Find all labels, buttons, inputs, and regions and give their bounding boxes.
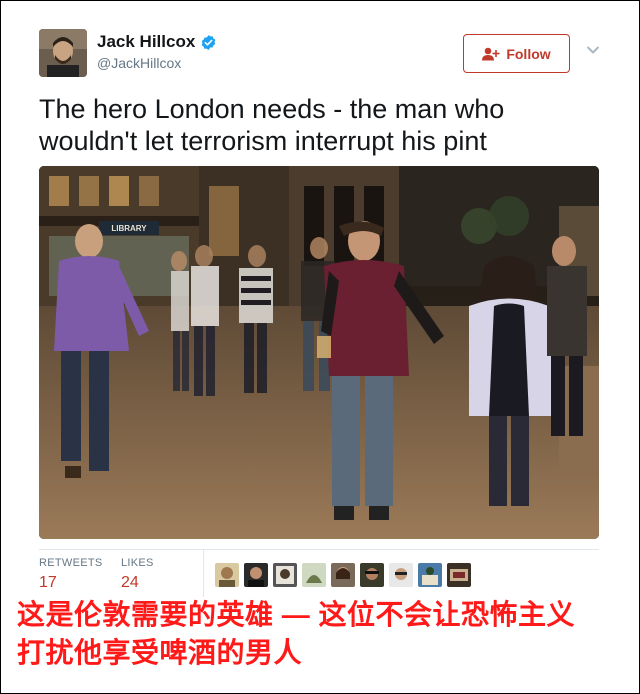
author-handle[interactable]: @JackHillcox [97, 55, 181, 71]
library-sign: LIBRARY [111, 224, 147, 233]
caption-line-1: 这是伦敦需要的英雄 — 这位不会让恐怖主义 [17, 599, 576, 630]
liker-avatar[interactable] [389, 563, 413, 587]
liker-avatar[interactable] [360, 563, 384, 587]
author-display-name[interactable]: Jack Hillcox [97, 32, 195, 52]
likes-count: 24 [121, 574, 139, 591]
retweets-count: 17 [39, 574, 57, 591]
photo-street-scene: LIBRARY [39, 166, 599, 539]
liker-avatar[interactable] [418, 563, 442, 587]
likes-label: LIKES [121, 557, 154, 569]
verified-badge-icon [202, 34, 216, 50]
tweet-text: The hero London needs - the man who woul… [39, 94, 505, 156]
liker-avatar[interactable] [302, 563, 326, 587]
stats-top-divider [39, 549, 599, 550]
liker-avatar[interactable] [244, 563, 268, 587]
tweet-card: Jack Hillcox @JackHillcox Follow The her… [0, 0, 640, 694]
follow-user-icon [482, 47, 500, 60]
liker-avatar[interactable] [215, 563, 239, 587]
author-avatar[interactable] [39, 29, 87, 77]
liker-avatar[interactable] [447, 563, 471, 587]
likes-stat[interactable]: LIKES 24 [121, 557, 154, 592]
liker-avatar[interactable] [273, 563, 297, 587]
stats-separator [203, 549, 204, 597]
overlay-caption: 这是伦敦需要的英雄 — 这位不会让恐怖主义 打扰他享受啤酒的男人 [17, 596, 632, 672]
tweet-header: Jack Hillcox @JackHillcox Follow [39, 29, 609, 79]
follow-button[interactable]: Follow [463, 34, 570, 73]
author-name-row: Jack Hillcox [97, 32, 217, 52]
retweets-stat[interactable]: RETWEETS 17 [39, 557, 103, 592]
liker-avatar[interactable] [331, 563, 355, 587]
retweets-label: RETWEETS [39, 557, 103, 569]
likers-avatars [215, 563, 471, 587]
caption-line-2: 打扰他享受啤酒的男人 [17, 637, 303, 668]
follow-label: Follow [506, 45, 551, 62]
chevron-down-icon[interactable] [586, 43, 600, 57]
tweet-media-photo[interactable]: LIBRARY [39, 166, 599, 539]
